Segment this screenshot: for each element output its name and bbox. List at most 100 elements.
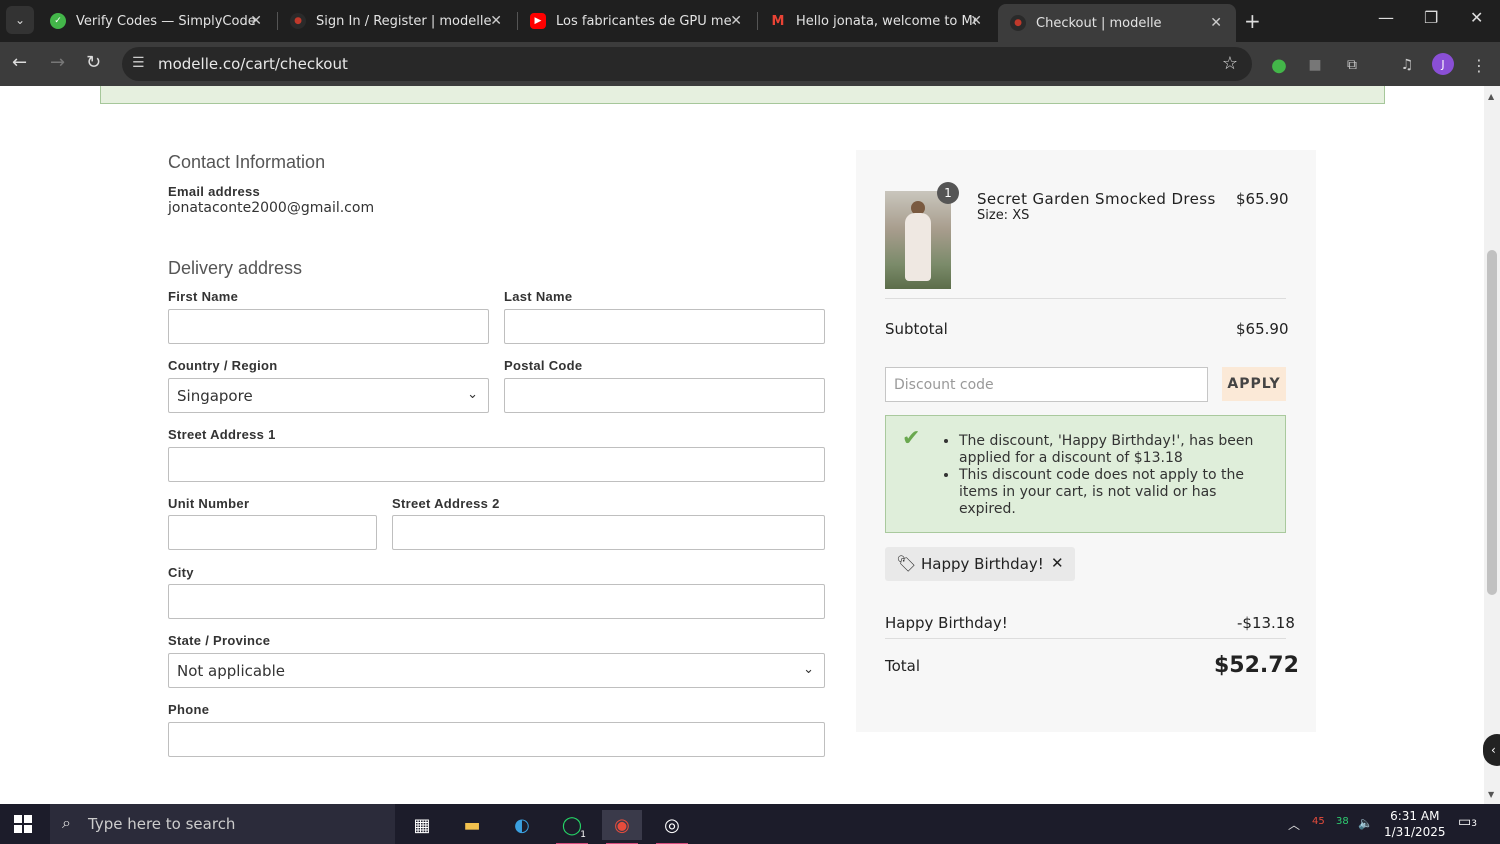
delivery-heading: Delivery address (168, 258, 303, 278)
street-address-1-label: Street Address 1 (168, 427, 276, 442)
phone-field[interactable] (168, 722, 825, 757)
extensions-puzzle-icon[interactable]: ⧉ (1341, 54, 1363, 76)
product-thumbnail[interactable] (885, 191, 951, 289)
windows-start-icon[interactable] (14, 815, 32, 833)
city-field[interactable] (168, 584, 825, 619)
contact-heading: Contact Information (168, 152, 326, 172)
media-control-icon[interactable]: ♫ (1396, 54, 1418, 76)
whatsapp-badge: 1 (580, 830, 586, 840)
page-viewport: Contact Information Email address jonata… (0, 86, 1484, 804)
tab-simplycodes[interactable]: ✓ Verify Codes — SimplyCodes ✕ (38, 4, 276, 38)
new-tab-plus-icon[interactable]: + (1244, 9, 1261, 33)
last-name-field[interactable] (504, 309, 825, 344)
street-address-1-field[interactable] (168, 447, 825, 482)
tab-search-chevron-icon[interactable]: ⌄ (6, 6, 34, 34)
subtotal-label: Subtotal (885, 320, 948, 338)
obs-icon[interactable]: ◎ (652, 810, 692, 844)
chrome-icon[interactable]: ◉ (602, 810, 642, 844)
notification-center-icon[interactable]: ▭3 (1458, 814, 1477, 830)
edge-browser-icon[interactable]: ◐ (502, 810, 542, 840)
tab-close-icon[interactable]: ✕ (1210, 15, 1222, 31)
product-image-dress (905, 213, 931, 281)
tab-title: Hello jonata, welcome to Mode (796, 13, 976, 29)
whatsapp-icon[interactable]: ◯ 1 (552, 810, 592, 844)
tray-icon-b[interactable]: 38 (1336, 816, 1349, 827)
discount-alert: ✔ The discount, 'Happy Birthday!', has b… (885, 415, 1286, 533)
price-tag-icon: 🏷 (896, 554, 917, 573)
remove-discount-icon[interactable]: ✕ (1051, 554, 1064, 572)
postal-code-field[interactable] (504, 378, 825, 413)
extension-robot-icon[interactable]: ■ (1304, 54, 1326, 76)
tab-gmail[interactable]: M Hello jonata, welcome to Mode ✕ (758, 4, 996, 38)
simplycodes-extension-icon[interactable]: ● (1268, 54, 1290, 76)
notification-count: 3 (1471, 819, 1477, 829)
email-label: Email address (168, 184, 261, 199)
clock-date: 1/31/2025 (1384, 825, 1446, 839)
taskbar-search-box[interactable]: ⌕ Type here to search (50, 804, 395, 844)
apply-discount-button[interactable]: APPLY (1222, 367, 1286, 401)
scroll-up-arrow-icon[interactable]: ▲ (1488, 92, 1494, 101)
scrollbar-thumb[interactable] (1487, 250, 1497, 595)
state-select[interactable]: Not applicable ⌄ (168, 653, 825, 688)
country-value: Singapore (177, 387, 253, 405)
first-name-field[interactable] (168, 309, 489, 344)
unit-number-field[interactable] (168, 515, 377, 550)
tray-icon-a[interactable]: 45 (1312, 816, 1325, 827)
side-panel-chevron-icon[interactable]: ‹ (1483, 734, 1500, 766)
product-size: Size: XS (977, 208, 1030, 223)
window-close-icon[interactable]: ✕ (1470, 8, 1483, 27)
discount-tag-label: Happy Birthday! (921, 555, 1044, 573)
country-select[interactable]: Singapore ⌄ (168, 378, 489, 413)
scroll-down-arrow-icon[interactable]: ▼ (1488, 790, 1494, 799)
alert-message-list: The discount, 'Happy Birthday!', has bee… (959, 433, 1274, 518)
minimize-icon[interactable]: — (1378, 8, 1394, 27)
site-info-icon[interactable]: ☰ (132, 55, 145, 71)
divider (885, 298, 1286, 299)
postal-code-label: Postal Code (504, 358, 583, 373)
unit-number-label: Unit Number (168, 496, 250, 511)
tab-youtube[interactable]: ▶ Los fabricantes de GPU me OD ✕ (518, 4, 756, 38)
tab-checkout-active[interactable]: ● Checkout | modelle ✕ (998, 4, 1236, 42)
total-label: Total (885, 657, 921, 675)
menu-kebab-icon[interactable]: ⋮ (1468, 54, 1490, 76)
back-arrow-icon[interactable]: ← (12, 52, 27, 73)
phone-label: Phone (168, 702, 210, 717)
last-name-label: Last Name (504, 289, 573, 304)
search-placeholder: Type here to search (88, 815, 236, 833)
alert-message: The discount, 'Happy Birthday!', has bee… (959, 433, 1274, 467)
file-explorer-icon[interactable]: ▬ (452, 810, 492, 840)
first-name-label: First Name (168, 289, 239, 304)
reload-icon[interactable]: ↻ (86, 52, 101, 73)
alert-message: This discount code does not apply to the… (959, 467, 1274, 518)
discount-code-input[interactable]: Discount code (885, 367, 1208, 402)
discount-line-label: Happy Birthday! (885, 614, 1008, 632)
forward-arrow-icon[interactable]: → (50, 52, 65, 73)
state-label: State / Province (168, 633, 271, 648)
tray-overflow-chevron-icon[interactable]: ︿ (1288, 816, 1300, 833)
bookmark-star-icon[interactable]: ☆ (1222, 53, 1238, 74)
street-address-2-field[interactable] (392, 515, 825, 550)
profile-avatar[interactable]: J (1432, 53, 1454, 75)
restore-icon[interactable]: ❐ (1424, 8, 1438, 27)
tab-title: Los fabricantes de GPU me OD (556, 13, 736, 29)
notice-banner (100, 86, 1385, 104)
city-label: City (168, 565, 194, 580)
tab-modelle-signin[interactable]: ● Sign In / Register | modelle ✕ (278, 4, 516, 38)
tab-close-icon[interactable]: ✕ (970, 13, 982, 29)
applied-discount-tag: 🏷 Happy Birthday! ✕ (885, 547, 1075, 581)
browser-toolbar: ← → ↻ ☰ modelle.co/cart/checkout ☆ ● ■ ⧉… (0, 42, 1500, 86)
subtotal-value: $65.90 (1236, 320, 1289, 338)
address-bar[interactable]: ☰ modelle.co/cart/checkout ☆ (122, 47, 1252, 81)
youtube-favicon-icon: ▶ (530, 13, 546, 29)
volume-icon[interactable]: 🔈 (1358, 816, 1373, 830)
tab-close-icon[interactable]: ✕ (250, 13, 262, 29)
simplycodes-favicon-icon: ✓ (50, 13, 66, 29)
tab-close-icon[interactable]: ✕ (730, 13, 742, 29)
search-icon: ⌕ (62, 813, 71, 832)
system-clock[interactable]: 6:31 AM 1/31/2025 (1384, 808, 1446, 840)
microsoft-store-icon[interactable]: ▦ (402, 810, 442, 840)
product-price: $65.90 (1236, 190, 1289, 208)
email-value: jonataconte2000@gmail.com (168, 200, 375, 216)
page-scrollbar[interactable]: ▲ ▼ (1484, 86, 1500, 804)
tab-close-icon[interactable]: ✕ (490, 13, 502, 29)
